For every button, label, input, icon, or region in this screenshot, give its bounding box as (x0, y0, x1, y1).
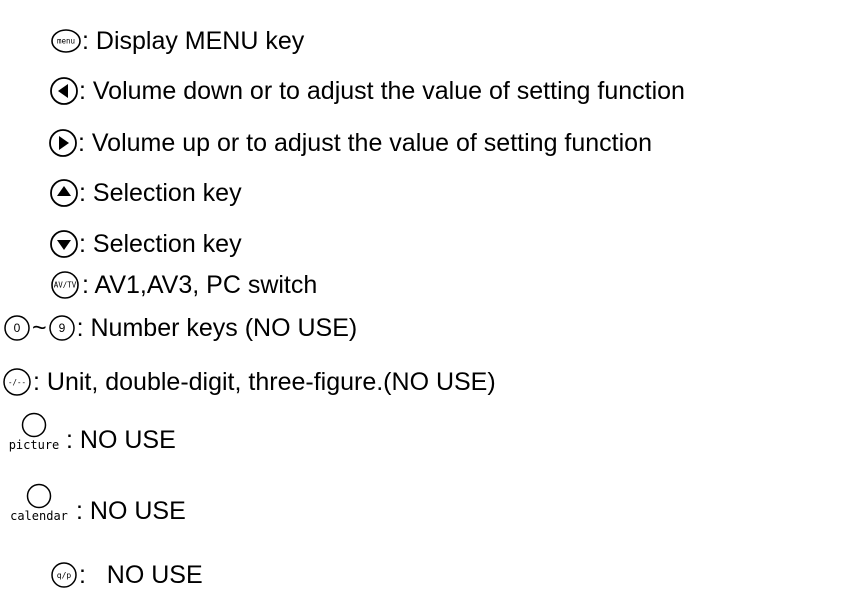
swap-key-description: : NO USE (79, 561, 203, 589)
number-zero-key-icon: 0 (2, 313, 32, 343)
calendar-key-label: calendar (10, 509, 68, 523)
key-row-up: : Selection key (49, 178, 242, 208)
key-row-av-tv: AV/TV : AV1,AV3, PC switch (48, 270, 317, 300)
picture-key-label: picture (8, 438, 60, 452)
down-arrow-key-icon (49, 229, 79, 259)
key-row-menu: menu : Display MENU key (50, 26, 304, 56)
calendar-key-icon: calendar (2, 483, 76, 523)
picture-key-description: : NO USE (66, 426, 176, 454)
up-key-description: : Selection key (79, 179, 242, 207)
picture-key-icon: picture (2, 412, 66, 452)
av-tv-key-icon: AV/TV (48, 270, 82, 300)
key-row-calendar: calendar : NO USE (2, 483, 186, 525)
key-row-right: : Volume up or to adjust the value of se… (48, 128, 652, 158)
right-key-description: : Volume up or to adjust the value of se… (78, 129, 652, 157)
menu-key-description: : Display MENU key (82, 27, 305, 55)
key-row-digit: -/-- : Unit, double-digit, three-figure.… (1, 367, 496, 397)
digit-key-icon: -/-- (1, 367, 33, 397)
key-row-numbers: 0 ~ 9 : Number keys (NO USE) (2, 313, 357, 343)
svg-text:9: 9 (58, 321, 65, 335)
svg-text:AV/TV: AV/TV (54, 281, 77, 290)
key-row-down: : Selection key (49, 229, 242, 259)
key-row-left: : Volume down or to adjust the value of … (49, 76, 685, 106)
digit-key-description: : Unit, double-digit, three-figure.(NO U… (33, 368, 496, 396)
left-arrow-key-icon (49, 76, 79, 106)
left-key-description: : Volume down or to adjust the value of … (79, 77, 685, 105)
number-nine-key-icon: 9 (47, 313, 77, 343)
number-range-separator: ~ (32, 314, 47, 342)
down-key-description: : Selection key (79, 230, 242, 258)
svg-text:menu: menu (57, 37, 75, 46)
right-arrow-key-icon (48, 128, 78, 158)
svg-text:q/p: q/p (57, 571, 72, 580)
svg-text:0: 0 (14, 321, 21, 335)
key-row-swap: q/p : NO USE (49, 560, 203, 590)
swap-key-icon: q/p (49, 561, 79, 589)
number-keys-description: : Number keys (NO USE) (76, 314, 358, 342)
svg-text:-/--: -/-- (8, 378, 26, 387)
up-arrow-key-icon (49, 178, 79, 208)
menu-key-icon: menu (50, 28, 82, 54)
calendar-key-description: : NO USE (76, 497, 186, 525)
av-tv-key-description: : AV1,AV3, PC switch (82, 271, 318, 299)
key-row-picture: picture : NO USE (2, 412, 176, 454)
